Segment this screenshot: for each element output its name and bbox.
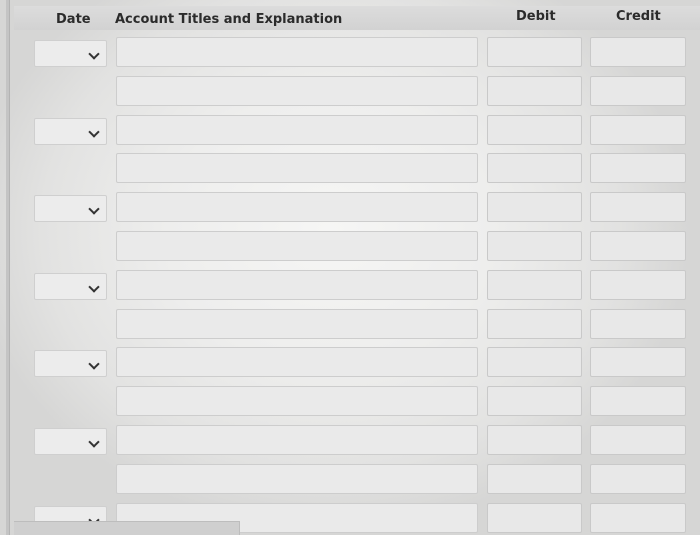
journal-row: [0, 192, 700, 222]
account-title-input[interactable]: [116, 192, 478, 222]
debit-input[interactable]: [487, 425, 582, 455]
date-select[interactable]: [34, 40, 107, 67]
date-select[interactable]: [34, 195, 107, 222]
journal-row: [0, 464, 700, 494]
account-title-input[interactable]: [116, 347, 478, 377]
journal-row: [0, 115, 700, 145]
debit-input[interactable]: [487, 503, 582, 533]
date-select[interactable]: [34, 350, 107, 377]
account-title-input[interactable]: [116, 231, 478, 261]
debit-input[interactable]: [487, 37, 582, 67]
account-title-input[interactable]: [116, 76, 478, 106]
journal-row: [0, 37, 700, 67]
date-select[interactable]: [34, 118, 107, 145]
credit-input[interactable]: [590, 192, 686, 222]
debit-input[interactable]: [487, 464, 582, 494]
date-column-header: Date: [56, 12, 91, 27]
credit-input[interactable]: [590, 464, 686, 494]
debit-input[interactable]: [487, 192, 582, 222]
account-column-header: Account Titles and Explanation: [115, 12, 343, 27]
credit-input[interactable]: [590, 115, 686, 145]
account-title-input[interactable]: [116, 153, 478, 183]
journal-row: [0, 425, 700, 455]
debit-input[interactable]: [487, 115, 582, 145]
debit-input[interactable]: [487, 347, 582, 377]
credit-input[interactable]: [590, 231, 686, 261]
credit-input[interactable]: [590, 347, 686, 377]
account-title-input[interactable]: [116, 425, 478, 455]
credit-input[interactable]: [590, 425, 686, 455]
credit-input[interactable]: [590, 503, 686, 533]
debit-input[interactable]: [487, 309, 582, 339]
debit-input[interactable]: [487, 153, 582, 183]
journal-row: [0, 386, 700, 416]
credit-input[interactable]: [590, 76, 686, 106]
credit-input[interactable]: [590, 37, 686, 67]
journal-row: [0, 153, 700, 183]
debit-input[interactable]: [487, 270, 582, 300]
credit-input[interactable]: [590, 153, 686, 183]
chevron-down-icon: [88, 436, 100, 448]
account-title-input[interactable]: [116, 37, 478, 67]
chevron-down-icon: [88, 358, 100, 370]
account-title-input[interactable]: [116, 270, 478, 300]
chevron-down-icon: [88, 203, 100, 215]
credit-input[interactable]: [590, 386, 686, 416]
horizontal-scrollbar[interactable]: [14, 521, 240, 535]
journal-row: [0, 231, 700, 261]
debit-input[interactable]: [487, 76, 582, 106]
credit-input[interactable]: [590, 270, 686, 300]
date-select[interactable]: [34, 273, 107, 300]
account-title-input[interactable]: [116, 464, 478, 494]
debit-column-header: Debit: [516, 9, 556, 24]
debit-input[interactable]: [487, 386, 582, 416]
account-title-input[interactable]: [116, 115, 478, 145]
chevron-down-icon: [88, 281, 100, 293]
debit-input[interactable]: [487, 231, 582, 261]
credit-input[interactable]: [590, 309, 686, 339]
journal-row: [0, 76, 700, 106]
journal-table-header: Date Account Titles and Explanation Debi…: [14, 6, 700, 30]
account-title-input[interactable]: [116, 386, 478, 416]
journal-row: [0, 347, 700, 377]
account-title-input[interactable]: [116, 309, 478, 339]
journal-entry-screen: Date Account Titles and Explanation Debi…: [0, 0, 700, 535]
credit-column-header: Credit: [616, 9, 661, 24]
journal-row: [0, 270, 700, 300]
journal-row: [0, 309, 700, 339]
chevron-down-icon: [88, 48, 100, 60]
date-select[interactable]: [34, 428, 107, 455]
chevron-down-icon: [88, 126, 100, 138]
